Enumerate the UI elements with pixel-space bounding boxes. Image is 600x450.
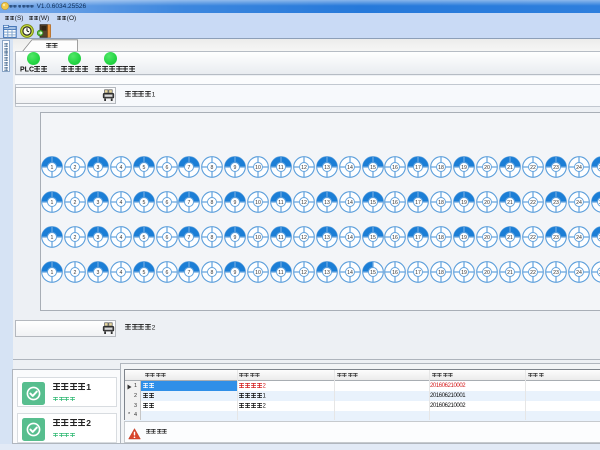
svg-text:15: 15: [370, 165, 376, 171]
svg-text:24: 24: [576, 235, 582, 241]
svg-text:1: 1: [51, 165, 54, 171]
svg-text:7: 7: [188, 165, 191, 171]
svg-text:9: 9: [234, 200, 237, 206]
svg-text:11: 11: [278, 165, 283, 171]
svg-text:15: 15: [370, 270, 376, 276]
svg-text:23: 23: [553, 165, 559, 171]
svg-text:10: 10: [255, 200, 261, 206]
svg-text:14: 14: [347, 270, 353, 276]
svg-text:8: 8: [211, 235, 214, 241]
svg-text:19: 19: [461, 165, 467, 171]
svg-text:23: 23: [553, 270, 559, 276]
svg-text:11: 11: [278, 235, 283, 241]
svg-text:10: 10: [255, 235, 261, 241]
svg-text:6: 6: [166, 200, 169, 206]
svg-text:9: 9: [234, 235, 237, 241]
svg-text:13: 13: [324, 200, 330, 206]
svg-text:19: 19: [461, 235, 467, 241]
svg-text:12: 12: [301, 235, 307, 241]
svg-text:23: 23: [553, 235, 559, 241]
svg-text:23: 23: [553, 200, 559, 206]
svg-text:17: 17: [415, 165, 421, 171]
svg-text:22: 22: [530, 165, 536, 171]
svg-text:17: 17: [415, 200, 421, 206]
svg-text:5: 5: [143, 270, 146, 276]
svg-text:22: 22: [530, 200, 536, 206]
svg-text:7: 7: [188, 235, 191, 241]
svg-text:7: 7: [188, 200, 191, 206]
svg-text:4: 4: [120, 200, 123, 206]
svg-text:5: 5: [143, 165, 146, 171]
svg-text:20: 20: [484, 165, 490, 171]
svg-text:19: 19: [461, 270, 467, 276]
svg-text:17: 17: [415, 270, 421, 276]
svg-text:16: 16: [392, 200, 398, 206]
svg-text:16: 16: [392, 165, 398, 171]
svg-text:1: 1: [51, 235, 54, 241]
svg-text:6: 6: [166, 270, 169, 276]
svg-text:19: 19: [461, 200, 467, 206]
svg-text:22: 22: [530, 235, 536, 241]
svg-text:2: 2: [74, 165, 77, 171]
svg-text:8: 8: [211, 200, 214, 206]
svg-text:13: 13: [324, 270, 330, 276]
svg-text:24: 24: [576, 270, 582, 276]
svg-text:21: 21: [507, 200, 513, 206]
svg-text:8: 8: [211, 270, 214, 276]
svg-text:7: 7: [188, 270, 191, 276]
svg-text:1: 1: [51, 270, 54, 276]
svg-text:10: 10: [255, 165, 261, 171]
svg-text:24: 24: [576, 200, 582, 206]
svg-text:17: 17: [415, 235, 421, 241]
svg-text:1: 1: [51, 200, 54, 206]
svg-text:2: 2: [74, 235, 77, 241]
svg-text:14: 14: [347, 165, 353, 171]
svg-text:6: 6: [166, 165, 169, 171]
svg-text:5: 5: [143, 235, 146, 241]
svg-text:24: 24: [576, 165, 582, 171]
svg-text:21: 21: [507, 235, 513, 241]
svg-text:14: 14: [347, 200, 353, 206]
svg-text:16: 16: [392, 270, 398, 276]
svg-text:18: 18: [438, 200, 444, 206]
svg-text:20: 20: [484, 235, 490, 241]
svg-text:21: 21: [507, 270, 513, 276]
svg-text:4: 4: [120, 165, 123, 171]
svg-text:16: 16: [392, 235, 398, 241]
svg-text:2: 2: [74, 270, 77, 276]
svg-text:3: 3: [97, 200, 100, 206]
svg-text:8: 8: [211, 165, 214, 171]
svg-text:11: 11: [278, 200, 283, 206]
svg-text:21: 21: [507, 165, 513, 171]
svg-text:5: 5: [143, 200, 146, 206]
svg-text:11: 11: [278, 270, 283, 276]
svg-text:12: 12: [301, 165, 307, 171]
svg-text:2: 2: [74, 200, 77, 206]
svg-text:20: 20: [484, 200, 490, 206]
svg-text:3: 3: [97, 165, 100, 171]
svg-text:9: 9: [234, 270, 237, 276]
svg-text:13: 13: [324, 235, 330, 241]
svg-text:15: 15: [370, 235, 376, 241]
svg-text:4: 4: [120, 235, 123, 241]
svg-text:18: 18: [438, 165, 444, 171]
svg-text:13: 13: [324, 165, 330, 171]
svg-text:15: 15: [370, 200, 376, 206]
svg-text:9: 9: [234, 165, 237, 171]
svg-text:12: 12: [301, 270, 307, 276]
svg-text:12: 12: [301, 200, 307, 206]
svg-text:14: 14: [347, 235, 353, 241]
svg-text:22: 22: [530, 270, 536, 276]
svg-text:4: 4: [120, 270, 123, 276]
svg-text:3: 3: [97, 270, 100, 276]
svg-text:3: 3: [97, 235, 100, 241]
svg-text:18: 18: [438, 270, 444, 276]
svg-text:6: 6: [166, 235, 169, 241]
svg-text:20: 20: [484, 270, 490, 276]
svg-text:10: 10: [255, 270, 261, 276]
svg-text:18: 18: [438, 235, 444, 241]
